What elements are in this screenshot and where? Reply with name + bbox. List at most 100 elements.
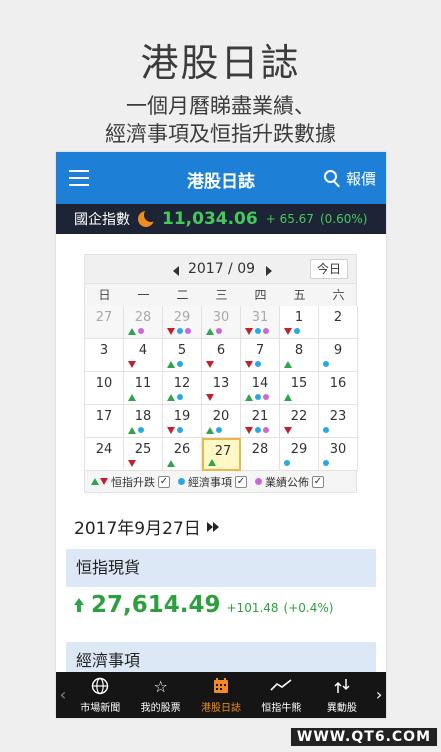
calendar-icon: [213, 677, 229, 697]
day-number: 21: [251, 409, 269, 424]
day-markers: [284, 426, 294, 434]
up-triangle-icon: [167, 360, 175, 368]
calendar-day[interactable]: 22: [280, 405, 319, 438]
quote-percent: (+0.4%): [283, 601, 334, 615]
calendar-day[interactable]: 23: [319, 405, 358, 438]
calendar-day[interactable]: 31: [241, 306, 280, 339]
legend-earnings[interactable]: 業績公佈 ✓: [255, 474, 324, 490]
day-number: 13: [212, 376, 230, 391]
nav-item-unusual-stocks[interactable]: 異動股: [312, 672, 372, 718]
day-markers: [245, 426, 271, 434]
calendar-day[interactable]: 4: [124, 339, 163, 372]
calendar-day[interactable]: 1: [280, 306, 319, 339]
weekday-label: 五: [293, 288, 306, 302]
calendar-day[interactable]: 3: [85, 339, 124, 372]
calendar-day[interactable]: 29: [163, 306, 202, 339]
day-number: 4: [138, 343, 148, 358]
day-number: 30: [329, 442, 347, 457]
calendar-day[interactable]: 21: [241, 405, 280, 438]
down-triangle-icon: [167, 327, 175, 335]
day-number: 11: [134, 376, 152, 391]
down-triangle-icon: [128, 360, 136, 368]
checkbox-checked-icon[interactable]: ✓: [312, 475, 324, 488]
nav-label: 市場新聞: [80, 702, 121, 714]
quote-search-button[interactable]: 報價: [323, 168, 376, 189]
checkbox-checked-icon[interactable]: ✓: [158, 475, 170, 488]
checkbox-checked-icon[interactable]: ✓: [235, 475, 247, 488]
calendar-day[interactable]: 6: [202, 339, 241, 372]
nav-item-my-stocks[interactable]: ☆ 我的股票: [130, 672, 190, 718]
star-icon: ☆: [153, 676, 168, 696]
calendar-day[interactable]: 10: [85, 372, 124, 405]
down-triangle-icon: [245, 327, 253, 335]
down-triangle-icon: [206, 360, 214, 368]
calendar-day[interactable]: 2: [319, 306, 358, 339]
day-number: 10: [95, 376, 113, 391]
blue-dot-icon: [138, 427, 144, 433]
day-number: 6: [216, 343, 226, 358]
calendar-day[interactable]: 13: [202, 372, 241, 405]
day-number: 29: [173, 310, 191, 325]
calendar: 2017 / 09 今日 日 一 二 三 四 五 六 27 28 29 30 31 1 2 3…: [84, 254, 358, 493]
calendar-day[interactable]: 20: [202, 405, 241, 438]
nav-item-hsi-cbbc[interactable]: 恒指牛熊: [251, 672, 311, 718]
day-markers: [245, 393, 271, 401]
calendar-day[interactable]: 29: [280, 438, 319, 471]
index-ticker[interactable]: 國企指數 11,034.06 + 65.67 (0.60%): [56, 204, 386, 234]
calendar-day[interactable]: 5: [163, 339, 202, 372]
calendar-day[interactable]: 7: [241, 339, 280, 372]
blue-dot-icon: [177, 427, 183, 433]
blue-dot-icon: [255, 328, 261, 334]
promo-title: 港股日誌: [140, 41, 301, 85]
calendar-day[interactable]: 24: [85, 438, 124, 471]
day-number: 17: [95, 409, 113, 424]
legend-econ-events[interactable]: 經濟事項 ✓: [178, 474, 247, 490]
calendar-day[interactable]: 30: [202, 306, 241, 339]
weekday-row: 日 一 二 三 四 五 六: [84, 284, 357, 306]
day-number: 23: [329, 409, 347, 424]
calendar-day[interactable]: 19: [163, 405, 202, 438]
today-button[interactable]: 今日: [310, 259, 348, 279]
chevron-right-icon[interactable]: [266, 266, 272, 276]
nav-item-stock-diary[interactable]: 港股日誌: [191, 672, 251, 718]
calendar-day[interactable]: 9: [319, 339, 358, 372]
legend-index-move[interactable]: 恒指升跌 ✓: [91, 474, 170, 490]
calendar-day[interactable]: 27: [85, 306, 124, 339]
day-markers: [323, 360, 331, 368]
legend-label: 經濟事項: [188, 475, 232, 489]
calendar-day[interactable]: 25: [124, 438, 163, 471]
chevron-left-icon[interactable]: ‹: [56, 672, 70, 718]
day-number: 9: [333, 343, 343, 358]
calendar-day[interactable]: 30: [319, 438, 358, 471]
calendar-day[interactable]: 17: [85, 405, 124, 438]
calendar-day[interactable]: 16: [319, 372, 358, 405]
calendar-day[interactable]: 26: [163, 438, 202, 471]
down-triangle-icon: [167, 426, 175, 434]
purple-dot-icon: [263, 427, 269, 433]
calendar-day[interactable]: 11: [124, 372, 163, 405]
purple-dot-icon: [185, 328, 191, 334]
calendar-day-today[interactable]: 27: [202, 438, 241, 471]
blue-dot-icon: [284, 460, 290, 466]
chevron-right-icon[interactable]: ›: [372, 672, 386, 718]
up-triangle-icon: [128, 393, 136, 401]
blue-dot-icon: [255, 361, 261, 367]
calendar-day[interactable]: 15: [280, 372, 319, 405]
calendar-day[interactable]: 28: [241, 438, 280, 471]
blue-dot-icon: [323, 460, 329, 466]
blue-dot-icon: [294, 328, 300, 334]
calendar-day[interactable]: 12: [163, 372, 202, 405]
day-markers: [206, 426, 224, 434]
calendar-day[interactable]: 18: [124, 405, 163, 438]
selected-date-heading[interactable]: 2017年9月27日: [74, 514, 219, 539]
search-icon: [323, 169, 342, 188]
calendar-day[interactable]: 28: [124, 306, 163, 339]
blue-dot-icon: [177, 394, 183, 400]
nav-item-market-news[interactable]: 市場新聞: [70, 672, 130, 718]
calendar-day[interactable]: 14: [241, 372, 280, 405]
fast-forward-icon[interactable]: [206, 521, 219, 532]
day-markers: [167, 327, 193, 335]
calendar-day[interactable]: 8: [280, 339, 319, 372]
globe-icon: [91, 677, 109, 697]
ticker-percent: (0.60%): [319, 212, 368, 226]
